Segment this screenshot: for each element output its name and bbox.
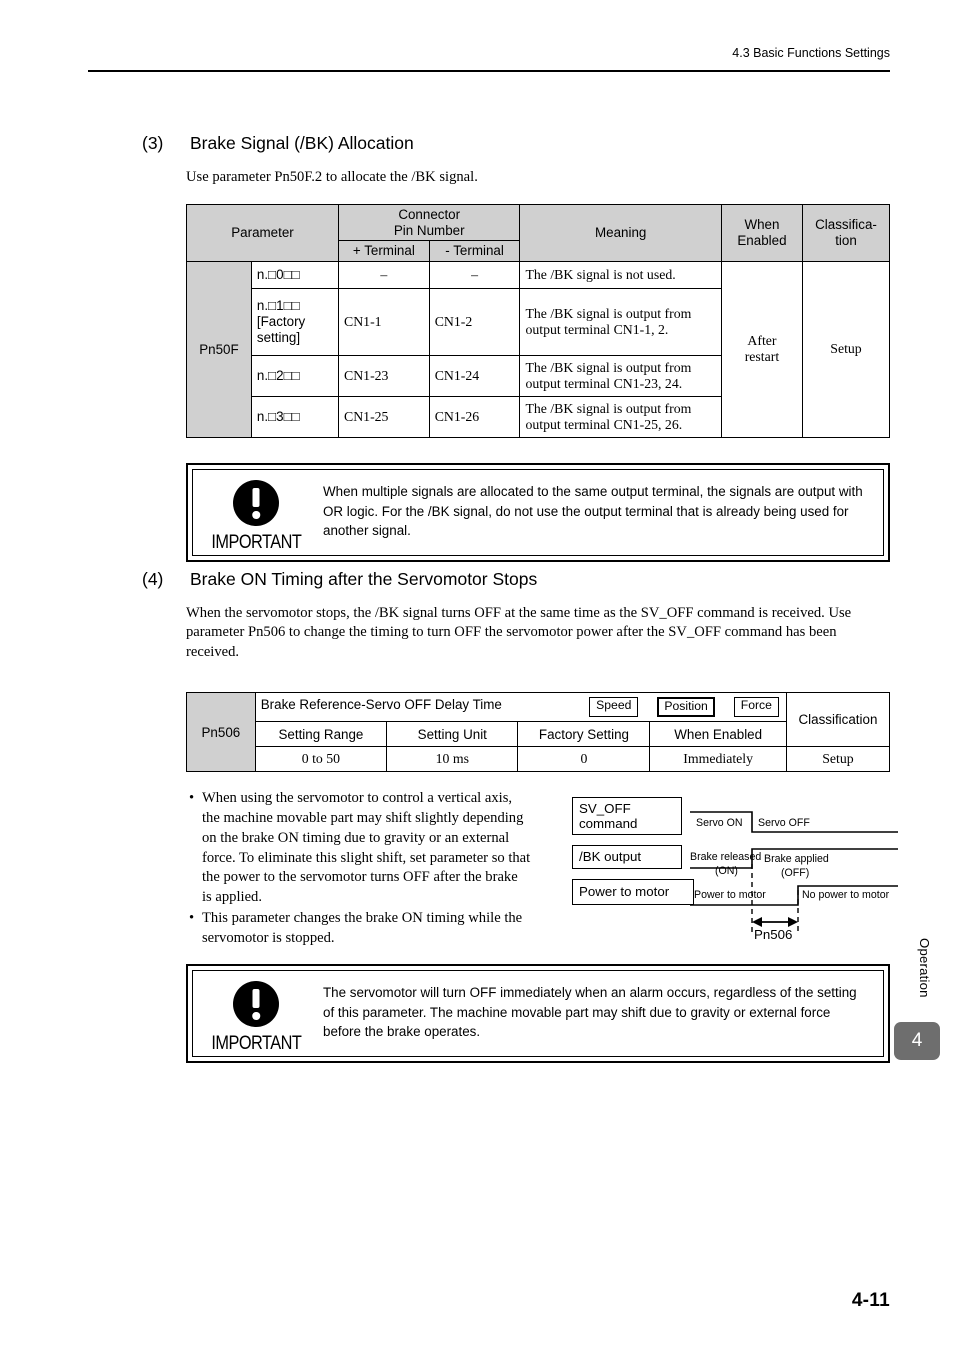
running-head: 4.3 Basic Functions Settings bbox=[732, 46, 890, 60]
state-brake-applied: Brake applied bbox=[764, 853, 829, 865]
param-code-2: n.□2□□ bbox=[250, 354, 340, 397]
pn50f-parameter-table: Parameter Connector Pin Number Meaning Wh… bbox=[186, 203, 891, 438]
minus-terminal-2: CN1-24 bbox=[428, 354, 521, 397]
chapter-tab: 4 bbox=[894, 1022, 940, 1060]
meaning-0: The /BK signal is not used. bbox=[519, 260, 722, 289]
table-row: Pn50F n.□0□□ – – The /BK signal is not u… bbox=[186, 260, 891, 438]
table-header-row: Parameter Connector Pin Number Meaning Wh… bbox=[186, 203, 891, 262]
important-text-1: When multiple signals are allocated to t… bbox=[323, 484, 863, 539]
minus-terminal-0: – bbox=[428, 260, 521, 289]
param-code-3: n.□3□□ bbox=[250, 395, 340, 438]
side-section-label: Operation bbox=[917, 938, 932, 998]
brake-timing-diagram: SV_OFF command /BK output Power to motor … bbox=[568, 795, 898, 945]
meaning-1: The /BK signal is output from output ter… bbox=[519, 287, 722, 356]
value-factory-setting: 0 bbox=[517, 746, 651, 772]
section-4-number: (4) bbox=[142, 569, 164, 589]
value-classification: Setup bbox=[785, 746, 891, 772]
section-3-intro: Use parameter Pn50F.2 to allocate the /B… bbox=[186, 169, 478, 185]
mode-badge-speed: Speed bbox=[589, 697, 639, 717]
pn506-classification-header: Classification bbox=[785, 692, 891, 747]
important-callout-2: IMPORTANT The servomotor will turn OFF i… bbox=[186, 964, 890, 1063]
state-servo-off: Servo OFF bbox=[758, 817, 810, 829]
state-brake-released: Brake released bbox=[690, 851, 762, 863]
table-row: 0 to 50 10 ms 0 Immediately Setup bbox=[187, 746, 891, 772]
notes-bullet-list: When using the servomotor to control a v… bbox=[186, 789, 531, 949]
parameter-name-pn506: Pn506 bbox=[186, 692, 256, 772]
plus-terminal-3: CN1-25 bbox=[338, 395, 430, 438]
important-text-2: The servomotor will turn OFF immediately… bbox=[323, 985, 857, 1040]
header-meaning: Meaning bbox=[519, 204, 722, 262]
col-factory-setting: Factory Setting bbox=[517, 721, 651, 747]
param-code-1: n.□1□□ [Factory setting] bbox=[250, 287, 340, 356]
meaning-2: The /BK signal is output from output ter… bbox=[519, 354, 722, 397]
mode-badge-force: Force bbox=[733, 697, 779, 717]
important-callout-1: IMPORTANT When multiple signals are allo… bbox=[186, 463, 890, 562]
section-3-number: (3) bbox=[142, 133, 164, 153]
arrow-head-right bbox=[788, 917, 798, 927]
value-when-enabled: Immediately bbox=[649, 746, 787, 772]
list-item: When using the servomotor to control a v… bbox=[200, 789, 531, 908]
col-setting-range: Setting Range bbox=[254, 721, 388, 747]
header-minus-terminal: - Terminal bbox=[428, 240, 521, 262]
header-plus-terminal: + Terminal bbox=[338, 240, 430, 262]
header-when-enabled: When Enabled bbox=[720, 204, 803, 262]
header-divider bbox=[88, 70, 890, 73]
important-label-1: IMPORTANT bbox=[210, 532, 302, 553]
state-brake-released-sub: (ON) bbox=[715, 865, 738, 877]
plus-terminal-1: CN1-1 bbox=[338, 287, 430, 356]
state-power-to-motor: Power to motor bbox=[694, 889, 766, 901]
important-mark-1: IMPORTANT bbox=[193, 470, 319, 555]
table-row: Setting Range Setting Unit Factory Setti… bbox=[187, 721, 890, 747]
header-classification: Classifica-tion bbox=[801, 204, 891, 262]
when-enabled-value: After restart bbox=[720, 260, 803, 438]
state-no-power-to-motor: No power to motor bbox=[802, 889, 890, 901]
col-when-enabled: When Enabled bbox=[649, 721, 787, 747]
important-label-2: IMPORTANT bbox=[210, 1033, 302, 1054]
minus-terminal-1: CN1-2 bbox=[428, 287, 521, 356]
state-servo-on: Servo ON bbox=[696, 817, 743, 829]
table-row: Pn506 Brake Reference-Servo OFF Delay Ti… bbox=[186, 692, 891, 772]
value-setting-range: 0 to 50 bbox=[254, 746, 388, 772]
plus-terminal-2: CN1-23 bbox=[338, 354, 430, 397]
pn506-title: Brake Reference-Servo OFF Delay Time bbox=[260, 697, 502, 713]
pn506-parameter-table: Pn506 Brake Reference-Servo OFF Delay Ti… bbox=[186, 692, 891, 772]
section-4-paragraph: When the servomotor stops, the /BK signa… bbox=[186, 605, 852, 660]
value-setting-unit: 10 ms bbox=[386, 746, 519, 772]
param-code-0: n.□0□□ bbox=[250, 260, 340, 289]
state-brake-applied-sub: (OFF) bbox=[781, 867, 810, 879]
important-mark-2: IMPORTANT bbox=[193, 971, 319, 1056]
header-connector-pin-number: Connector Pin Number bbox=[337, 203, 521, 242]
exclamation-icon bbox=[233, 480, 279, 526]
section-3-heading: (3) Brake Signal (/BK) Allocation bbox=[142, 133, 414, 154]
plus-terminal-0: – bbox=[338, 260, 430, 289]
pn506-title-cell: Brake Reference-Servo OFF Delay Time Spe… bbox=[254, 692, 787, 722]
mode-badge-position: Position bbox=[657, 697, 715, 717]
section-4-title: Brake ON Timing after the Servomotor Sto… bbox=[190, 569, 538, 589]
page-number: 4-11 bbox=[851, 1290, 890, 1311]
meaning-3: The /BK signal is output from output ter… bbox=[519, 395, 722, 438]
section-3-title: Brake Signal (/BK) Allocation bbox=[190, 133, 414, 153]
arrow-head-left bbox=[752, 917, 762, 927]
pn506-measure-label: Pn506 bbox=[754, 927, 793, 942]
classification-value: Setup bbox=[801, 260, 891, 438]
mode-badges: Speed Position Force bbox=[589, 697, 779, 717]
col-setting-unit: Setting Unit bbox=[386, 721, 519, 747]
minus-terminal-3: CN1-26 bbox=[428, 395, 521, 438]
exclamation-icon bbox=[233, 981, 279, 1027]
header-parameter: Parameter bbox=[186, 204, 339, 262]
list-item: This parameter changes the brake ON timi… bbox=[200, 909, 531, 949]
parameter-name-pn50f: Pn50F bbox=[186, 260, 252, 438]
section-4-heading: (4) Brake ON Timing after the Servomotor … bbox=[142, 569, 537, 590]
